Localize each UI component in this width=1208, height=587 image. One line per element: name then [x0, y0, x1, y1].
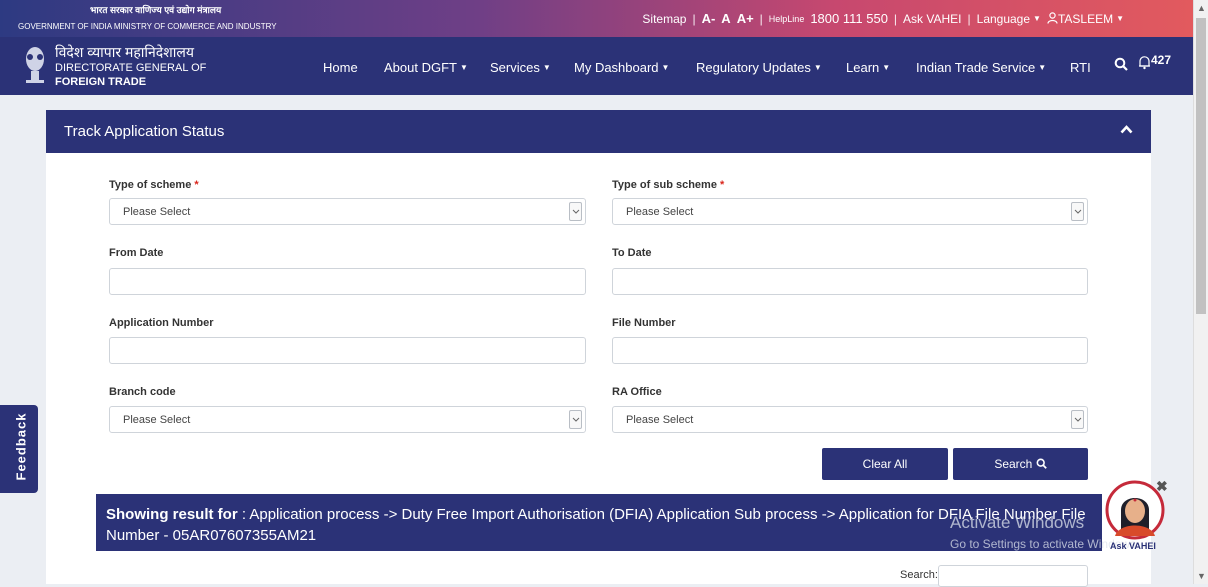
nav-learn[interactable]: Learn ▼	[846, 60, 890, 75]
nav-its-label: Indian Trade Service	[916, 60, 1036, 75]
caret-down-icon: ▼	[1116, 13, 1124, 23]
search-icon[interactable]	[1114, 57, 1128, 71]
main-navbar: विदेश व्यापार महानिदेशालय DIRECTORATE GE…	[0, 37, 1194, 95]
feedback-label: Feedback	[13, 412, 29, 481]
activate-windows-title: Activate Windows	[950, 513, 1085, 532]
font-increase-button[interactable]: A+	[737, 11, 754, 26]
ra-office-select[interactable]: Please Select	[612, 406, 1088, 433]
subscheme-select-value: Please Select	[626, 206, 694, 218]
scheme-label-text: Type of scheme	[109, 179, 192, 191]
search-icon	[1036, 458, 1047, 469]
brand-line2: FOREIGN TRADE	[55, 76, 147, 88]
to-date-label: To Date	[612, 247, 652, 259]
ask-vahei-link[interactable]: Ask VAHEI	[903, 12, 961, 26]
application-number-label: Application Number	[109, 317, 214, 329]
language-label: Language	[976, 11, 1031, 26]
nav-regulatory-label: Regulatory Updates	[696, 60, 811, 75]
divider: |	[692, 11, 696, 26]
required-mark: *	[194, 179, 199, 191]
nav-rti[interactable]: RTI	[1070, 60, 1091, 75]
top-strip: भारत सरकार वाणिज्य एवं उद्योग मंत्रालय G…	[0, 0, 1194, 37]
table-search-label: Search:	[900, 569, 938, 581]
nav-services-label: Services	[490, 60, 540, 75]
subscheme-select[interactable]: Please Select	[612, 198, 1088, 225]
nav-services[interactable]: Services ▼	[490, 60, 551, 75]
helpline-number[interactable]: 1800 111 550	[810, 11, 888, 26]
file-number-input[interactable]	[612, 337, 1088, 364]
caret-down-icon: ▼	[1033, 13, 1041, 23]
from-date-label: From Date	[109, 247, 164, 259]
vahei-label[interactable]: Ask VAHEI	[1110, 541, 1156, 551]
gov-english-text: GOVERNMENT OF INDIA MINISTRY OF COMMERCE…	[18, 22, 277, 31]
caret-down-icon: ▼	[542, 63, 551, 72]
nav-learn-label: Learn	[846, 60, 880, 75]
user-icon	[1047, 11, 1058, 24]
search-button[interactable]: Search	[953, 448, 1088, 480]
caret-down-icon: ▼	[459, 63, 468, 72]
font-decrease-button[interactable]: A-	[702, 11, 716, 26]
chevron-down-icon	[1071, 410, 1084, 429]
nav-my-dashboard[interactable]: My Dashboard ▼	[574, 60, 669, 75]
result-text: : Application process -> Duty Free Impor…	[106, 506, 1086, 544]
brand-hindi: विदेश व्यापार महानिदेशालय	[55, 44, 195, 60]
scheme-label: Type of scheme *	[109, 179, 199, 191]
search-button-label: Search	[994, 457, 1033, 471]
card-header[interactable]: Track Application Status	[46, 110, 1151, 153]
close-icon[interactable]: ✖	[1156, 478, 1168, 495]
result-prefix: Showing result for	[106, 506, 238, 523]
nav-indian-trade-service[interactable]: Indian Trade Service ▼	[916, 60, 1046, 75]
user-name: TASLEEM	[1057, 11, 1114, 26]
page-title: Track Application Status	[64, 123, 225, 140]
caret-down-icon: ▼	[661, 63, 670, 72]
page-scrollbar[interactable]: ▲ ▼	[1193, 0, 1208, 584]
nav-about-label: About DGFT	[384, 60, 457, 75]
required-mark: *	[720, 179, 725, 191]
nav-about-dgft[interactable]: About DGFT ▼	[384, 60, 468, 75]
language-dropdown[interactable]: Language ▼	[977, 12, 1041, 26]
brand-line1: DIRECTORATE GENERAL OF	[55, 62, 207, 74]
branch-code-select[interactable]: Please Select	[109, 406, 586, 433]
feedback-tab[interactable]: Feedback	[0, 405, 38, 493]
chevron-down-icon	[569, 202, 582, 221]
divider: |	[893, 11, 898, 26]
divider: |	[967, 11, 971, 26]
from-date-input[interactable]	[109, 268, 586, 295]
scheme-select[interactable]: Please Select	[109, 198, 586, 225]
chevron-down-icon	[569, 410, 582, 429]
caret-down-icon: ▼	[882, 63, 891, 72]
user-menu[interactable]: TASLEEM ▼	[1047, 12, 1124, 26]
ra-office-label: RA Office	[612, 386, 662, 398]
scheme-select-value: Please Select	[123, 206, 191, 218]
chevron-up-icon[interactable]	[1120, 125, 1133, 134]
nav-dashboard-label: My Dashboard	[574, 60, 659, 75]
caret-down-icon: ▼	[813, 63, 822, 72]
chevron-down-icon	[1071, 202, 1084, 221]
nav-regulatory-updates[interactable]: Regulatory Updates ▼	[696, 60, 822, 75]
branch-code-label: Branch code	[109, 386, 176, 398]
ra-office-value: Please Select	[626, 414, 694, 426]
emblem-icon	[26, 47, 44, 83]
application-number-input[interactable]	[109, 337, 586, 364]
subscheme-label: Type of sub scheme *	[612, 179, 724, 191]
subscheme-label-text: Type of sub scheme	[612, 179, 717, 191]
sitemap-link[interactable]: Sitemap	[642, 12, 686, 26]
to-date-input[interactable]	[612, 268, 1088, 295]
font-normal-button[interactable]: A	[721, 11, 730, 26]
gov-hindi-text: भारत सरकार वाणिज्य एवं उद्योग मंत्रालय	[90, 5, 222, 15]
branch-code-value: Please Select	[123, 414, 191, 426]
top-links: Sitemap | A- A A+ | HelpLine 1800 111 55…	[642, 11, 1124, 26]
divider: |	[759, 11, 763, 26]
helpline-label: HelpLine	[768, 13, 805, 24]
bell-icon[interactable]	[1138, 55, 1151, 70]
scroll-up-icon[interactable]: ▲	[1197, 3, 1206, 13]
scroll-down-icon[interactable]: ▼	[1197, 571, 1206, 581]
clear-all-button[interactable]: Clear All	[822, 448, 948, 480]
file-number-label: File Number	[612, 317, 676, 329]
scrollbar-thumb[interactable]	[1196, 18, 1206, 314]
notification-count: 427	[1151, 53, 1172, 67]
nav-home[interactable]: Home	[323, 60, 358, 75]
caret-down-icon: ▼	[1038, 63, 1047, 72]
